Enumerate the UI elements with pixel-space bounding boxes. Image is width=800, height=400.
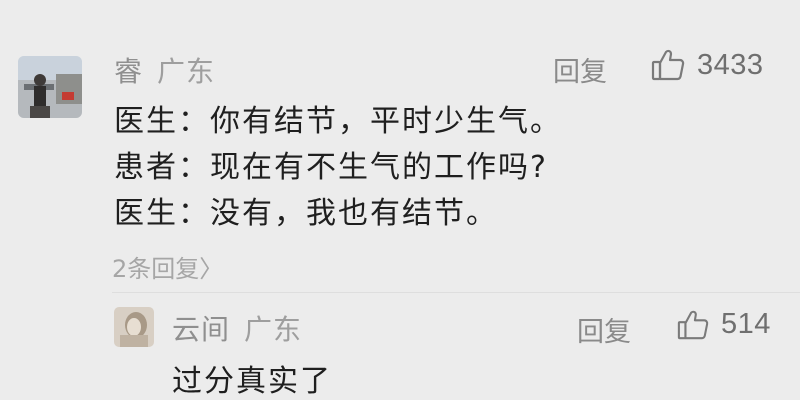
comment-line: 医生：没有，我也有结节。 [114,196,498,231]
divider [112,292,800,293]
like-button[interactable]: 514 [677,308,771,341]
like-count: 514 [721,308,771,340]
reply-button[interactable]: 回复 [553,50,607,89]
author-location: 广东 [157,55,216,88]
reply-author: 云间 广东 [172,308,302,348]
comment-line: 医生：你有结节，平时少生气。 [114,104,562,139]
thumbs-up-icon [677,309,709,341]
author-name[interactable]: 云间 [172,313,230,346]
author-location: 广东 [244,313,303,346]
author-name[interactable]: 睿 [114,55,143,88]
avatar[interactable] [18,56,82,118]
like-count: 3433 [697,48,764,81]
comment-line: 患者：现在有不生气的工作吗? [114,150,548,185]
reply-text: 过分真实了 [172,364,332,399]
comment-thread: 睿广东 回复 3433 医生：你有结节，平时少生气。 患者：现在有不生气的工作吗… [0,0,800,400]
view-replies-link[interactable]: 2条回复〉 [112,249,223,284]
reply-button[interactable]: 回复 [577,310,631,349]
like-button[interactable]: 3433 [651,48,764,82]
reply-avatar[interactable] [114,307,154,347]
comment-author: 睿广东 [114,50,215,90]
thumbs-up-icon [651,48,685,82]
